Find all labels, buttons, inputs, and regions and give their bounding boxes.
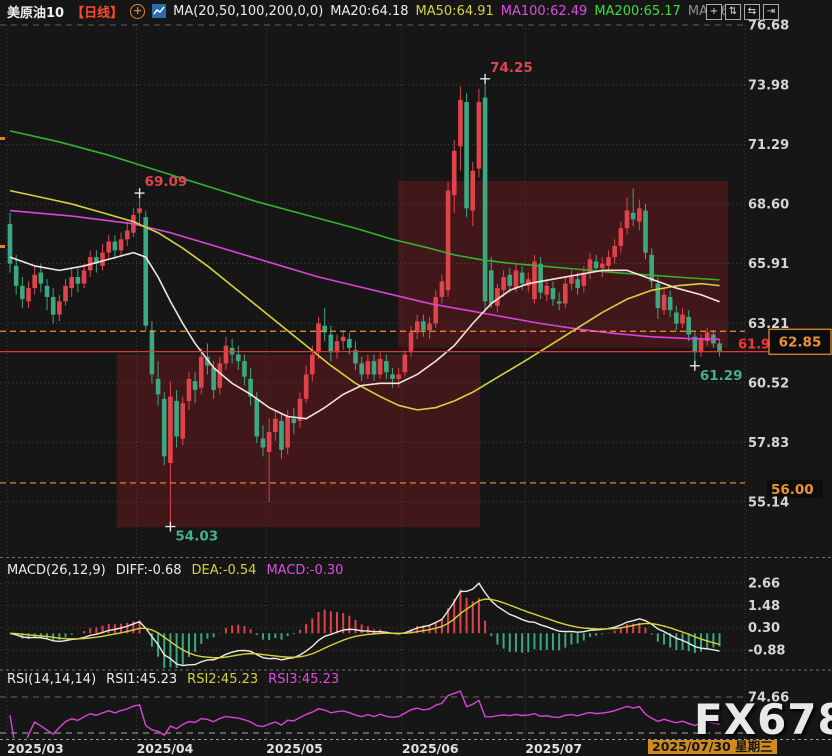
macd-diff-value: DIFF:-0.68	[116, 563, 182, 578]
axis-labels: 76.6873.9871.2968.6065.9163.2160.5257.83…	[748, 19, 789, 706]
svg-text:57.83: 57.83	[748, 436, 789, 451]
macd-macd-value: MACD:-0.30	[266, 563, 343, 578]
price-annotation: 54.03	[175, 529, 218, 545]
ma50-value: MA50:64.91	[416, 4, 494, 19]
left-edge-marker	[0, 245, 5, 248]
rsi2-value: RSI2:45.23	[187, 672, 258, 687]
chart-type-icon[interactable]	[152, 4, 166, 18]
go-to-latest-icon[interactable]: ⇥	[763, 4, 779, 20]
chart-canvas[interactable]: 61.9362.8556.0069.0974.2554.0361.2976.68…	[0, 0, 832, 754]
period-label[interactable]: 【日线】	[71, 2, 123, 21]
svg-text:55.14: 55.14	[748, 495, 789, 510]
svg-text:1.48: 1.48	[748, 599, 780, 614]
svg-text:73.98: 73.98	[748, 78, 789, 93]
macd-panel	[10, 583, 720, 669]
highlight-zones	[117, 181, 728, 527]
ma-settings-label[interactable]: MA(20,50,100,200,0,0)	[173, 4, 323, 19]
rsi-params-label[interactable]: RSI(14,14,14)	[7, 672, 96, 687]
price-annotation: 61.29	[700, 368, 743, 384]
price-annotation: 74.25	[490, 60, 533, 76]
chart-toolbar: + ⇅ ⇆ ⇥	[706, 4, 779, 20]
rsi1-value: RSI1:45.23	[106, 672, 177, 687]
left-edge-marker	[0, 137, 5, 140]
svg-text:0.30: 0.30	[748, 621, 780, 636]
svg-text:-0.88: -0.88	[748, 643, 785, 658]
rsi3-value: RSI3:45.23	[268, 672, 339, 687]
y-axis-scale-icon[interactable]: ⇅	[725, 4, 741, 20]
add-indicator-icon[interactable]: +	[130, 4, 145, 19]
rsi-label-row: RSI(14,14,14) RSI1:45.23 RSI2:45.23 RSI3…	[7, 672, 339, 687]
crosshair-icon[interactable]: +	[706, 4, 722, 20]
svg-text:62.85: 62.85	[779, 334, 822, 350]
price-annotation: 69.09	[145, 174, 188, 190]
macd-diff-line	[10, 583, 720, 665]
svg-text:71.29: 71.29	[748, 138, 789, 153]
macd-params-label[interactable]: MACD(26,12,9)	[7, 563, 106, 578]
macd-label-row: MACD(26,12,9) DIFF:-0.68 DEA:-0.54 MACD:…	[7, 563, 343, 578]
ma200-value: MA200:65.17	[594, 4, 681, 19]
svg-text:68.60: 68.60	[748, 197, 789, 212]
watermark: FX678	[694, 695, 832, 744]
svg-text:63.21: 63.21	[748, 317, 789, 332]
svg-text:65.91: 65.91	[748, 257, 789, 272]
x-axis-scale-icon[interactable]: ⇆	[744, 4, 760, 20]
ma20-value: MA20:64.18	[330, 4, 408, 19]
ma100-value: MA100:62.49	[501, 4, 588, 19]
chart-window: 61.9362.8556.0069.0974.2554.0361.2976.68…	[0, 0, 832, 754]
macd-dea-value: DEA:-0.54	[192, 563, 257, 578]
svg-text:60.52: 60.52	[748, 376, 789, 391]
symbol-name[interactable]: 美原油10	[7, 2, 64, 21]
svg-text:2.66: 2.66	[748, 576, 780, 591]
